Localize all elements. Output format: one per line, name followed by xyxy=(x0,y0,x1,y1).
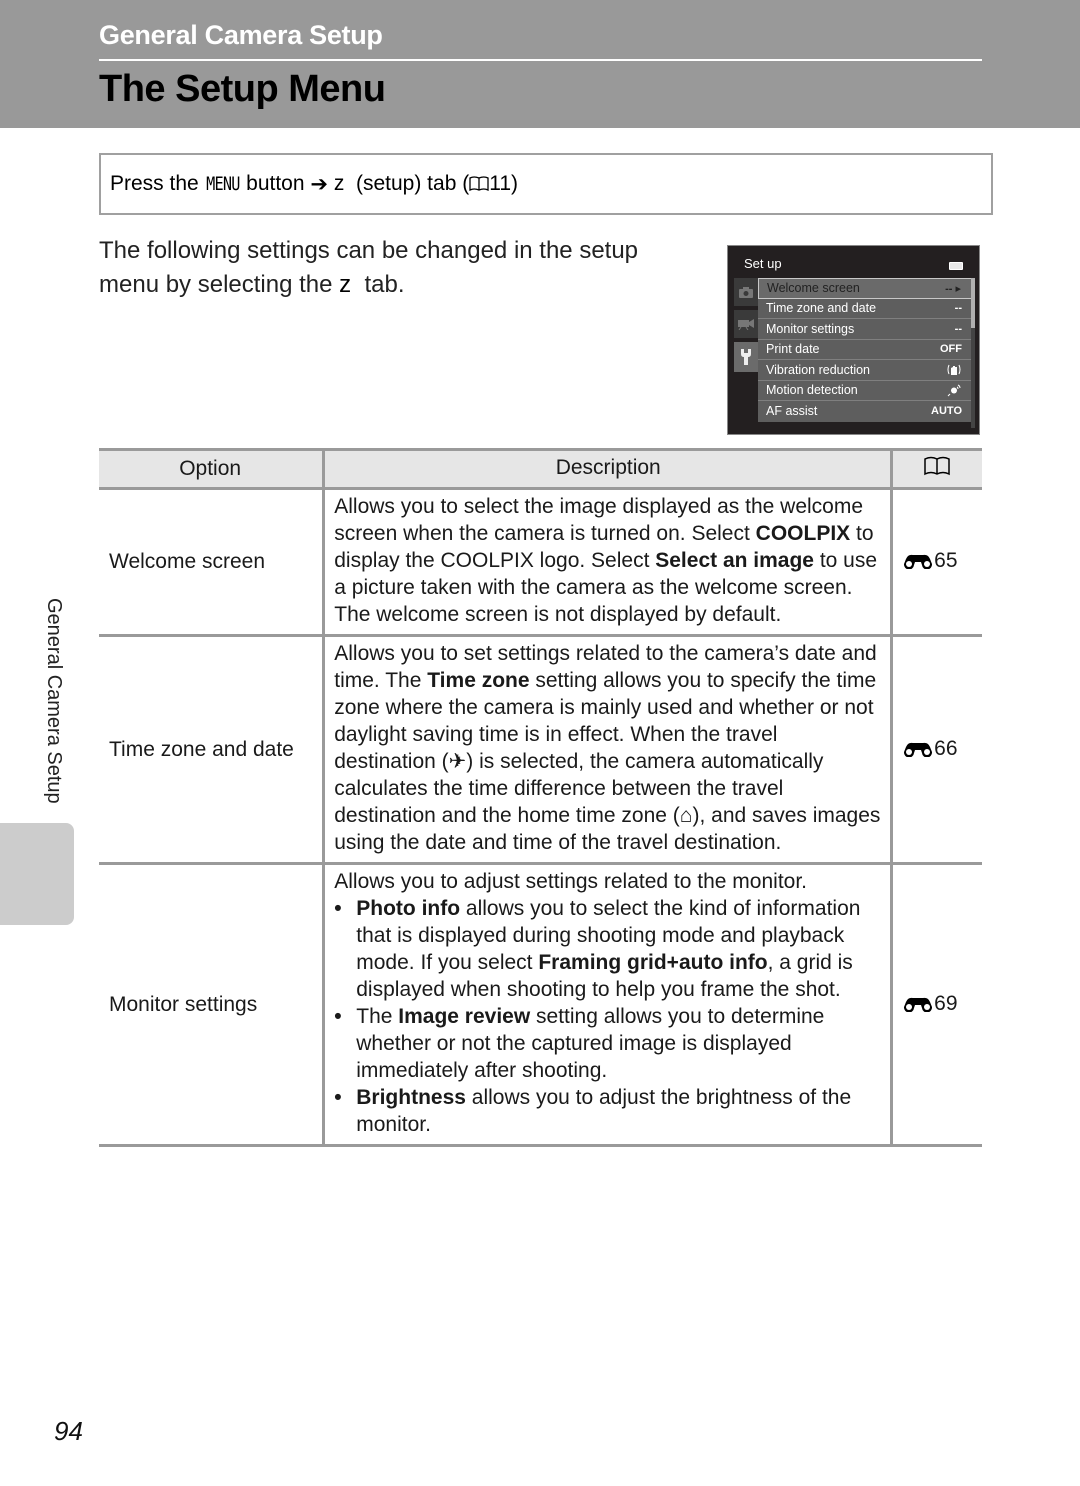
battery-icon xyxy=(949,262,963,270)
bold-term: Brightness xyxy=(356,1086,466,1109)
reference[interactable]: 65 xyxy=(903,549,958,573)
item-label: Welcome screen xyxy=(767,281,860,296)
reference-link[interactable]: 66 xyxy=(890,635,982,865)
table-row: Welcome screen Allows you to select the i… xyxy=(99,488,982,637)
item-value: -- ▸ xyxy=(945,282,961,295)
section-title: General Camera Setup xyxy=(99,20,383,50)
camera-icon xyxy=(734,278,758,306)
page-reference[interactable]: 11 xyxy=(489,172,511,196)
option-description: Allows you to adjust settings related to… xyxy=(322,863,892,1147)
camera-menu-item-print-date[interactable]: Print date OFF xyxy=(758,340,972,360)
option-description: Allows you to set settings related to th… xyxy=(322,635,892,865)
options-table: Option Description Welcome screen Allows … xyxy=(99,448,982,1147)
item-value: OFF xyxy=(940,343,962,356)
desc-intro: Allows you to adjust settings related to… xyxy=(334,870,808,893)
bullet-item: The Image review setting allows you to d… xyxy=(334,1003,882,1084)
camera-menu-tabs xyxy=(734,278,758,376)
table-header-row: Option Description xyxy=(99,448,982,490)
item-value: -- xyxy=(954,302,962,315)
book-icon xyxy=(924,456,950,476)
reference-page: 65 xyxy=(934,549,958,572)
option-description: Allows you to select the image displayed… xyxy=(322,488,892,637)
item-label: Time zone and date xyxy=(766,301,877,316)
bullet-item: Brightness allows you to adjust the brig… xyxy=(334,1084,882,1138)
bold-term: Time zone xyxy=(427,669,530,692)
intro-text: tab. xyxy=(351,271,405,298)
header-divider xyxy=(99,59,982,61)
nav-text: (setup) tab ( xyxy=(350,172,470,195)
intro-line: menu by selecting the z tab. xyxy=(99,268,679,302)
reference-link[interactable]: 69 xyxy=(890,863,982,1147)
table-row: Time zone and date Allows you to set sett… xyxy=(99,635,982,865)
section-thumb-tab xyxy=(0,823,74,925)
reference-page: 69 xyxy=(934,991,958,1015)
camera-menu-item-vibration-reduction[interactable]: Vibration reduction xyxy=(758,360,972,381)
setup-tab-glyph: z xyxy=(339,271,352,298)
item-value: AUTO xyxy=(931,405,962,418)
table-row: Monitor settings Allows you to adjust set… xyxy=(99,863,982,1147)
intro-paragraph: The following settings can be changed in… xyxy=(99,234,679,302)
bullet-list: Photo info allows you to select the kind… xyxy=(334,895,882,1138)
reference-page: 66 xyxy=(934,736,958,760)
camera-menu-item-motion-detection[interactable]: Motion detection xyxy=(758,381,972,401)
option-name: Monitor settings xyxy=(99,863,324,1147)
header-description: Description xyxy=(322,448,892,490)
setup-tab-glyph: z xyxy=(327,172,351,195)
chapter-header: General Camera Setup The Setup Menu xyxy=(0,0,1080,128)
camera-menu-item-welcome-screen[interactable]: Welcome screen -- ▸ xyxy=(758,278,972,299)
side-section-label: General Camera Setup xyxy=(43,598,65,804)
bold-term: Image review xyxy=(398,1005,531,1028)
camera-menu-item-time-zone[interactable]: Time zone and date -- xyxy=(758,299,972,319)
nav-text: ) xyxy=(511,172,519,195)
arrow-right-icon: ➔ xyxy=(310,172,328,196)
bold-term: Select an image xyxy=(655,549,814,572)
scrollbar-thumb[interactable] xyxy=(971,278,975,328)
item-label: Print date xyxy=(766,342,820,357)
page-number: 94 xyxy=(54,1416,83,1446)
header-reference xyxy=(890,448,982,490)
menu-button-glyph: MENU xyxy=(205,173,240,195)
bold-term: Framing grid+auto info xyxy=(538,951,768,974)
scrollbar[interactable] xyxy=(971,278,975,428)
binoculars-icon xyxy=(904,997,933,1012)
camera-menu-item-monitor-settings[interactable]: Monitor settings -- xyxy=(758,319,972,340)
item-value: -- xyxy=(954,322,962,335)
camera-menu-screenshot: Set up Welcome screen -- ▸ Time zone and … xyxy=(727,245,980,435)
camera-menu-title: Set up xyxy=(744,256,782,271)
bold-term: Photo info xyxy=(356,897,461,920)
binoculars-icon xyxy=(904,742,933,757)
vr-icon xyxy=(947,365,961,376)
desc-text: The xyxy=(356,1005,399,1028)
header-option: Option xyxy=(99,448,324,490)
movie-icon xyxy=(734,310,758,338)
nav-text: button xyxy=(240,172,311,195)
bold-term: COOLPIX xyxy=(755,522,851,545)
camera-menu-list: Welcome screen -- ▸ Time zone and date -- … xyxy=(758,278,972,422)
bullet-item: Photo info allows you to select the kind… xyxy=(334,895,882,1003)
reference-link[interactable]: 65 xyxy=(890,488,982,637)
motion-icon xyxy=(947,384,961,397)
camera-menu-item-af-assist[interactable]: AF assist AUTO xyxy=(758,401,972,422)
reference[interactable]: 66 xyxy=(903,736,958,761)
intro-text: menu by selecting the xyxy=(99,271,340,298)
item-label: AF assist xyxy=(766,404,818,419)
airplane-icon: ✈ xyxy=(448,750,467,773)
navigation-instruction: Press the MENU button ➔ z (setup) tab ( … xyxy=(99,153,993,215)
item-label: Monitor settings xyxy=(766,321,855,336)
intro-line: The following settings can be changed in… xyxy=(99,237,639,264)
nav-text: Press the xyxy=(110,172,205,195)
binoculars-icon xyxy=(904,554,933,569)
home-icon: ⌂ xyxy=(679,804,693,827)
item-label: Motion detection xyxy=(766,383,858,398)
book-icon xyxy=(469,176,489,192)
reference[interactable]: 69 xyxy=(903,991,958,1016)
wrench-icon xyxy=(734,342,758,372)
item-label: Vibration reduction xyxy=(766,362,871,377)
page-title: The Setup Menu xyxy=(99,68,386,110)
option-name: Welcome screen xyxy=(99,488,324,637)
option-name: Time zone and date xyxy=(99,635,324,865)
